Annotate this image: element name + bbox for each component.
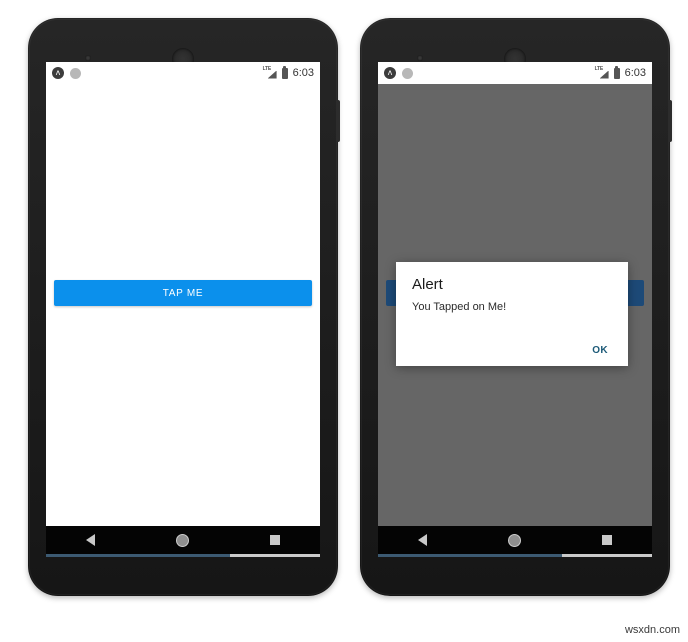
scrollbar-thumb-right[interactable] — [378, 554, 562, 557]
battery-icon — [281, 65, 288, 79]
nav-home-icon[interactable] — [507, 533, 521, 547]
app-notification-icon: ʌ — [52, 67, 64, 79]
phone-screen-left: ʌ LTE 6:03 TAP ME — [46, 62, 320, 542]
nav-back-icon[interactable] — [86, 534, 96, 546]
android-nav-bar-left — [46, 526, 320, 554]
power-button[interactable] — [337, 100, 340, 142]
nav-recent-apps-icon[interactable] — [269, 535, 280, 545]
nav-back-icon[interactable] — [418, 534, 428, 546]
screenshot-canvas: ʌ LTE 6:03 TAP ME ʌ LTE 6:03 Alert You T… — [0, 0, 688, 642]
front-camera-icon — [417, 55, 423, 61]
site-watermark: wsxdn.com — [624, 624, 680, 636]
alert-dialog-actions: OK — [412, 343, 612, 358]
status-bar-notifications-right: ʌ — [384, 67, 413, 79]
status-bar-system-right: LTE 6:03 — [594, 65, 646, 80]
alert-dialog-ok-button[interactable]: OK — [588, 343, 612, 358]
lte-label: LTE — [594, 65, 604, 72]
status-bar-right: ʌ LTE 6:03 — [378, 62, 652, 84]
alert-dialog-title: Alert — [412, 276, 443, 293]
phone-screen-right: ʌ LTE 6:03 TAP ME Alert You Tapp — [378, 62, 652, 542]
status-bar-notifications-left: ʌ — [52, 67, 81, 79]
lte-label: LTE — [262, 65, 272, 72]
status-bar-clock: 6:03 — [292, 67, 314, 79]
alert-dialog: Alert You Tapped on Me! OK — [396, 262, 628, 366]
app-content-right: TAP ME Alert You Tapped on Me! OK — [378, 84, 652, 542]
phone-device-left: ʌ LTE 6:03 TAP ME — [28, 18, 340, 596]
status-bar-left: ʌ LTE 6:03 — [46, 62, 320, 84]
app-content-left: TAP ME — [46, 84, 320, 542]
signal-bars-icon — [267, 70, 277, 79]
scrollbar-thumb-left[interactable] — [46, 554, 230, 557]
phone-device-right: ʌ LTE 6:03 TAP ME Alert You Tapp — [360, 18, 672, 596]
tap-me-button[interactable]: TAP ME — [54, 280, 312, 306]
front-camera-icon — [85, 55, 91, 61]
scrollbar-track-right[interactable] — [378, 554, 652, 557]
signal-bars-icon — [599, 70, 609, 79]
nav-recent-apps-icon[interactable] — [601, 535, 612, 545]
circle-notification-icon — [402, 67, 413, 79]
scrollbar-track-left[interactable] — [46, 554, 320, 557]
alert-dialog-message: You Tapped on Me! — [412, 301, 507, 313]
lte-signal-icon: LTE — [262, 65, 277, 80]
circle-notification-icon — [70, 67, 81, 79]
battery-icon — [613, 65, 620, 79]
nav-home-icon[interactable] — [175, 533, 189, 547]
status-bar-system-left: LTE 6:03 — [262, 65, 314, 80]
app-notification-icon: ʌ — [384, 67, 396, 79]
lte-signal-icon: LTE — [594, 65, 609, 80]
power-button[interactable] — [669, 100, 672, 142]
android-nav-bar-right — [378, 526, 652, 554]
status-bar-clock: 6:03 — [624, 67, 646, 79]
